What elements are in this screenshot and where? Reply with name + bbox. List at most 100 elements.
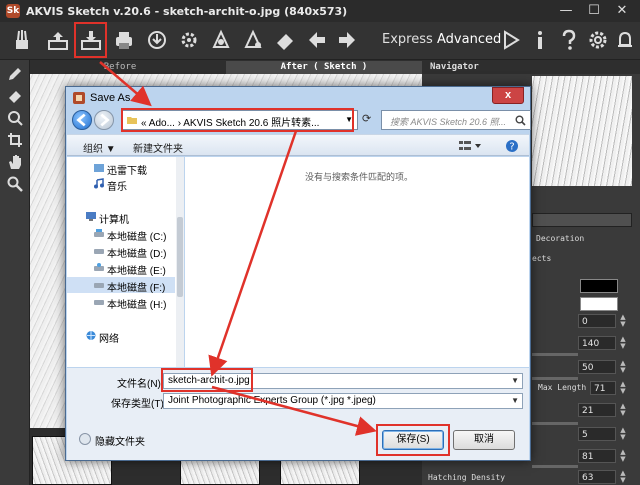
crop-tool-icon[interactable] (7, 132, 23, 148)
drive-icon (94, 283, 104, 288)
value-field[interactable]: 0 (578, 314, 616, 328)
nav-item-network[interactable]: 网络 (67, 328, 175, 345)
express-mode-button[interactable]: Express (382, 32, 433, 47)
scrollbar-thumb[interactable] (177, 217, 183, 297)
history-brush-icon[interactable] (7, 110, 23, 126)
max-length-field[interactable]: 71 (590, 381, 616, 395)
hatching-density-label: Hatching Density (428, 473, 506, 482)
notifications-bell-icon[interactable] (611, 26, 639, 54)
zoom-tool-icon[interactable] (7, 176, 23, 192)
nav-item-drive-h[interactable]: 本地磁盘 (H:) (67, 294, 175, 311)
slider-track[interactable] (532, 465, 578, 468)
save-form: 文件名(N): sketch-archit-o.jpg ▼ 保存类型(T): J… (67, 368, 529, 460)
tab-effects[interactable]: ects (532, 254, 551, 266)
help-circle-icon[interactable]: ? (505, 139, 519, 153)
save-button[interactable]: 保存(S) (382, 430, 444, 450)
nav-item-drive-d[interactable]: 本地磁盘 (D:) (67, 243, 175, 260)
plugin-icon[interactable] (239, 26, 267, 54)
value-field[interactable]: 50 (578, 360, 616, 374)
run-play-icon[interactable] (497, 26, 525, 54)
preset-select[interactable] (532, 213, 632, 227)
slider-track[interactable] (532, 353, 578, 356)
view-options-icon[interactable] (459, 140, 481, 152)
spin-arrows-icon[interactable]: ▲ ▼ (618, 470, 628, 484)
filename-dropdown-icon[interactable]: ▼ (511, 374, 519, 388)
color-swatch-white[interactable] (580, 297, 618, 311)
tab-after-sketch[interactable]: After ( Sketch ) (226, 61, 422, 74)
eraser-tool-icon[interactable] (7, 88, 23, 104)
tab-decoration[interactable]: Decoration (536, 234, 584, 246)
nav-item-drive-f[interactable]: 本地磁盘 (F:) (67, 277, 175, 294)
value-field[interactable]: 21 (578, 403, 616, 417)
hatching-density-field[interactable]: 63 (578, 470, 616, 484)
spin-arrows-icon[interactable]: ▲ ▼ (618, 403, 628, 417)
open-file-icon[interactable] (44, 26, 72, 54)
save-highlight-box (74, 22, 107, 58)
dialog-close-button[interactable]: x (492, 87, 524, 104)
left-tool-panel (0, 60, 30, 485)
forward-arrow-icon (100, 113, 110, 127)
drive-icon (94, 263, 104, 271)
filetype-label: 保存类型(T): (111, 399, 167, 410)
nav-item-label: 迅雷下载 (107, 166, 147, 177)
filetype-dropdown-icon[interactable]: ▼ (511, 394, 519, 408)
nav-item-drive-c[interactable]: 本地磁盘 (C:) (67, 226, 175, 243)
spin-arrows-icon[interactable]: ▲ ▼ (618, 381, 628, 395)
value-field[interactable]: 81 (578, 449, 616, 463)
close-button[interactable]: ✕ (610, 2, 634, 20)
settings-gear-icon[interactable] (584, 26, 612, 54)
value-field[interactable]: 5 (578, 427, 616, 441)
filetype-select[interactable]: Joint Photographic Experts Group (*.jpg … (163, 393, 523, 409)
forward-button[interactable] (94, 110, 114, 130)
info-icon[interactable] (526, 26, 554, 54)
nav-item-label: 本地磁盘 (H:) (107, 300, 167, 311)
color-swatch-black[interactable] (580, 279, 618, 293)
value-field[interactable]: 140 (578, 336, 616, 350)
organize-menu[interactable]: 组织 ▼ (83, 140, 116, 155)
search-icon[interactable] (515, 115, 526, 126)
computer-icon (86, 212, 96, 221)
nav-item-xunlei[interactable]: 迅雷下载 (67, 160, 175, 177)
eraser-icon[interactable] (271, 26, 299, 54)
slider-track[interactable] (532, 422, 578, 425)
share-icon[interactable] (143, 26, 171, 54)
refresh-icon[interactable]: ⟳ (362, 112, 378, 128)
nav-item-label: 本地磁盘 (C:) (107, 232, 167, 243)
nav-item-computer[interactable]: 计算机 (67, 209, 175, 226)
svg-text:?: ? (509, 142, 514, 153)
back-button[interactable] (72, 110, 92, 130)
drive-icon (94, 300, 104, 305)
undo-arrow-icon[interactable] (303, 26, 331, 54)
nav-scrollbar[interactable] (176, 157, 184, 367)
max-length-label: Max Length (538, 383, 587, 392)
navigator-preview[interactable] (532, 76, 632, 186)
search-input[interactable]: 搜索 AKVIS Sketch 20.6 照... (381, 110, 531, 130)
tab-before[interactable]: Before (90, 61, 150, 74)
file-list-pane[interactable]: 没有与搜索条件匹配的项。 (185, 157, 529, 367)
pencil-tool-icon[interactable] (7, 66, 23, 82)
redo-arrow-icon[interactable] (333, 26, 361, 54)
drive-icon (94, 249, 104, 254)
spin-arrows-icon[interactable]: ▲ ▼ (618, 314, 628, 328)
drive-icon (94, 229, 104, 237)
spin-arrows-icon[interactable]: ▲ ▼ (618, 360, 628, 374)
navigation-pane: 迅雷下载 音乐 计算机 本地磁盘 (C:) 本地磁盘 (D:) 本地磁盘 (E:… (67, 157, 184, 367)
spin-arrows-icon[interactable]: ▲ ▼ (618, 427, 628, 441)
spin-arrows-icon[interactable]: ▲ ▼ (618, 336, 628, 350)
batch-process-icon[interactable] (207, 26, 235, 54)
hand-tool-icon[interactable] (7, 154, 23, 170)
minimize-button[interactable]: — (554, 2, 578, 20)
brush-tool-icon[interactable] (8, 26, 36, 54)
preferences-gear-icon[interactable] (175, 26, 203, 54)
spin-arrows-icon[interactable]: ▲ ▼ (618, 449, 628, 463)
maximize-button[interactable]: ☐ (582, 2, 606, 20)
nav-item-music[interactable]: 音乐 (67, 176, 175, 193)
print-icon[interactable] (110, 26, 138, 54)
help-icon[interactable] (555, 26, 583, 54)
new-folder-button[interactable]: 新建文件夹 (133, 140, 183, 155)
advanced-mode-button[interactable]: Advanced (437, 32, 501, 47)
nav-item-label: 本地磁盘 (D:) (107, 249, 167, 260)
nav-item-drive-e[interactable]: 本地磁盘 (E:) (67, 260, 175, 277)
slider-track[interactable] (532, 377, 578, 380)
cancel-button[interactable]: 取消 (453, 430, 515, 450)
